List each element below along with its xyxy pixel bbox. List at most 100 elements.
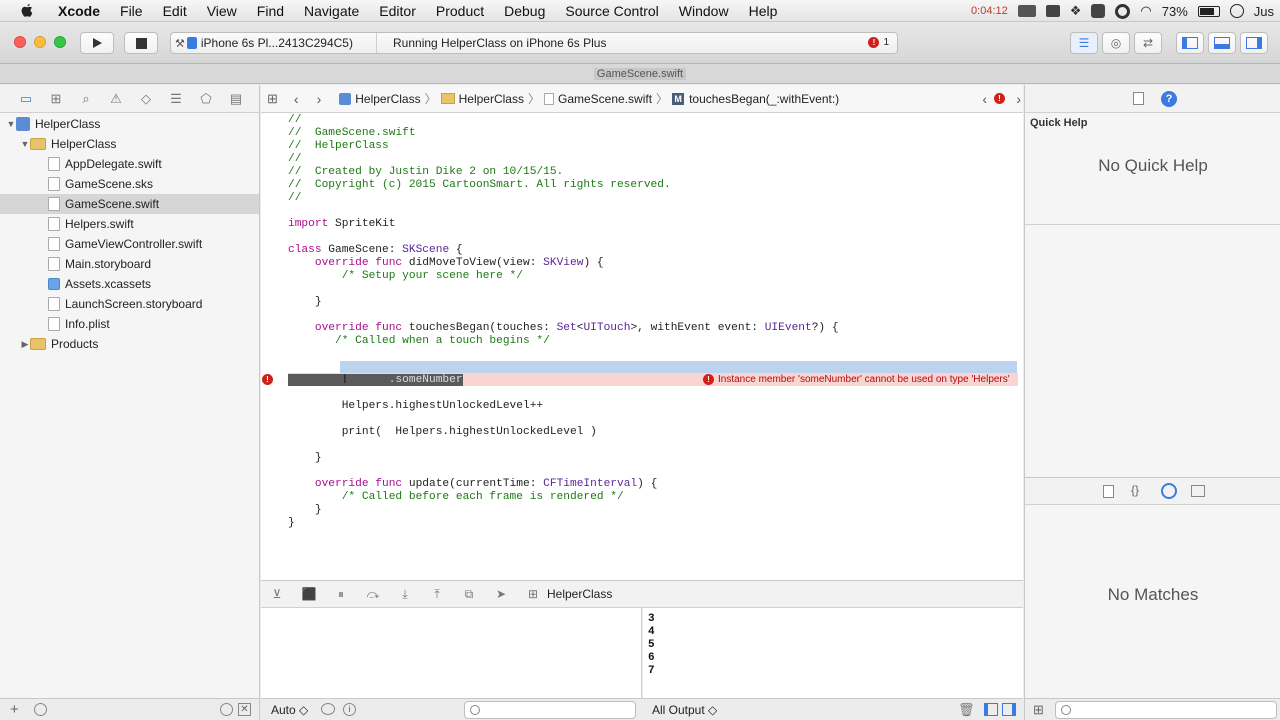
media-library-icon[interactable] [1191,485,1205,497]
report-navigator-icon[interactable]: ▤ [228,91,244,107]
disclosure-open-icon[interactable]: ▼ [20,139,30,149]
apple-menu-icon[interactable] [18,3,36,19]
issue-navigator-icon[interactable]: ⚠ [108,91,124,107]
menu-edit[interactable]: Edit [153,3,197,19]
tree-item-products[interactable]: ▶ Products [0,334,259,354]
variables-filter-input[interactable] [464,701,636,719]
menu-find[interactable]: Find [247,3,294,19]
next-issue-icon[interactable]: › [1016,91,1021,107]
issue-error-icon[interactable]: ! [994,93,1005,104]
grid-view-icon[interactable]: ⊞ [1033,702,1044,718]
object-library-icon[interactable] [1161,483,1177,499]
tree-item-launchscreen[interactable]: LaunchScreen.storyboard [0,294,259,314]
gutter-error-icon[interactable]: ! [262,374,273,385]
standard-editor-button[interactable]: ☰ [1070,32,1098,54]
assistant-editor-button[interactable]: ◎ [1102,32,1130,54]
issue-indicator[interactable]: ! 1 [868,37,889,48]
menu-view[interactable]: View [197,3,247,19]
variables-scope-select[interactable]: Auto ◇ [271,703,308,717]
breadcrumb-item[interactable]: HelperClass [355,92,420,106]
menu-source-control[interactable]: Source Control [555,3,668,19]
drive-icon[interactable] [1045,5,1060,17]
tree-item-appdelegate[interactable]: AppDelegate.swift [0,154,259,174]
hide-debug-area-icon[interactable]: ⊻ [269,587,285,601]
console-output-select[interactable]: All Output ◇ [652,703,717,717]
previous-issue-icon[interactable]: ‹ [982,91,987,107]
variables-view[interactable] [261,608,642,698]
debug-navigator-icon[interactable]: ☰ [168,91,184,107]
version-editor-button[interactable]: ⇄ [1134,32,1162,54]
tree-item-group-helperclass[interactable]: ▼ HelperClass [0,134,259,154]
menu-debug[interactable]: Debug [494,3,555,19]
disclosure-open-icon[interactable]: ▼ [6,119,16,129]
menu-app-xcode[interactable]: Xcode [48,3,110,19]
clock-icon[interactable] [1229,4,1244,18]
show-console-icon[interactable] [1002,703,1016,716]
battery-icon[interactable] [1197,5,1220,17]
stop-button[interactable] [124,32,158,54]
toggle-navigator-button[interactable] [1176,32,1204,54]
tree-item-main-storyboard[interactable]: Main.storyboard [0,254,259,274]
debug-target-label[interactable]: HelperClass [547,587,612,601]
breadcrumb-item[interactable]: touchesBegan(_:withEvent:) [689,92,839,106]
dropbox-icon[interactable]: ❖ [1070,3,1082,19]
related-items-icon[interactable]: ⊞ [267,91,278,107]
trash-icon[interactable]: 🗑 [958,702,975,718]
library-panel[interactable]: No Matches [1024,505,1280,698]
menu-help[interactable]: Help [739,3,788,19]
file-inspector-icon[interactable] [1133,92,1144,105]
user-name[interactable]: Jus [1254,4,1274,19]
disclosure-closed-icon[interactable]: ▶ [20,339,30,350]
step-out-icon[interactable]: ⤒ [429,587,445,601]
breadcrumb-item[interactable]: GameScene.swift [558,92,652,106]
breadcrumb-item[interactable]: HelperClass [459,92,524,106]
menu-file[interactable]: File [110,3,153,19]
tree-item-helpers[interactable]: Helpers.swift [0,214,259,234]
symbol-navigator-icon[interactable]: ⊞ [48,91,64,107]
quick-look-icon[interactable] [321,703,335,715]
step-over-icon[interactable]: ⤼ [365,587,381,601]
info-icon[interactable]: i [343,703,356,716]
filter-icon[interactable] [34,703,47,716]
evernote-icon[interactable] [1091,4,1106,18]
console-output[interactable]: 3 4 5 6 7 [643,608,1023,698]
library-filter-input[interactable] [1055,701,1277,719]
find-navigator-icon[interactable]: ⌕ [78,91,94,107]
quick-help-icon[interactable]: ? [1161,91,1177,107]
menu-editor[interactable]: Editor [369,3,426,19]
breakpoint-navigator-icon[interactable]: ⬠ [198,91,214,107]
wifi-icon[interactable]: ◠ [1140,3,1151,19]
breakpoints-toggle-icon[interactable]: ⬛ [301,587,317,601]
code-snippet-library-icon[interactable]: {} [1131,483,1139,497]
tree-item-info-plist[interactable]: Info.plist [0,314,259,334]
inline-error-message[interactable]: ! Instance member 'someNumber' cannot be… [703,373,1010,386]
forward-arrow-icon[interactable]: › [317,91,322,107]
menu-window[interactable]: Window [669,3,739,19]
project-navigator-icon[interactable]: ▭ [18,91,34,107]
menu-navigate[interactable]: Navigate [294,3,369,19]
test-navigator-icon[interactable]: ◇ [138,91,154,107]
simulate-location-icon[interactable]: ➤ [493,587,509,601]
close-window-button[interactable] [14,36,26,48]
menu-product[interactable]: Product [426,3,494,19]
view-debugger-icon[interactable]: ⧉ [461,587,477,601]
scheme-selector[interactable]: ⚒ iPhone 6s Pl...2413C294C5) [171,33,377,53]
run-button[interactable] [80,32,114,54]
add-file-icon[interactable]: + [10,701,19,718]
tree-item-project[interactable]: ▼ HelperClass [0,114,259,134]
recent-files-icon[interactable] [220,703,233,716]
step-into-icon[interactable]: ⤓ [397,587,413,601]
tree-item-gamescene-swift[interactable]: GameScene.swift [0,194,259,214]
back-arrow-icon[interactable]: ‹ [294,91,299,107]
minimize-window-button[interactable] [34,36,46,48]
creative-cloud-icon[interactable] [1115,3,1131,19]
toggle-debug-area-button[interactable] [1208,32,1236,54]
tree-item-gamescene-sks[interactable]: GameScene.sks [0,174,259,194]
zoom-window-button[interactable] [54,36,66,48]
tree-item-gameviewcontroller[interactable]: GameViewController.swift [0,234,259,254]
source-editor[interactable]: ! // // GameScene.swift // HelperClass /… [261,113,1023,580]
toggle-utilities-button[interactable] [1240,32,1268,54]
show-variables-icon[interactable] [984,703,998,716]
filter-scm-icon[interactable]: ✕ [238,703,251,716]
tree-item-assets[interactable]: Assets.xcassets [0,274,259,294]
